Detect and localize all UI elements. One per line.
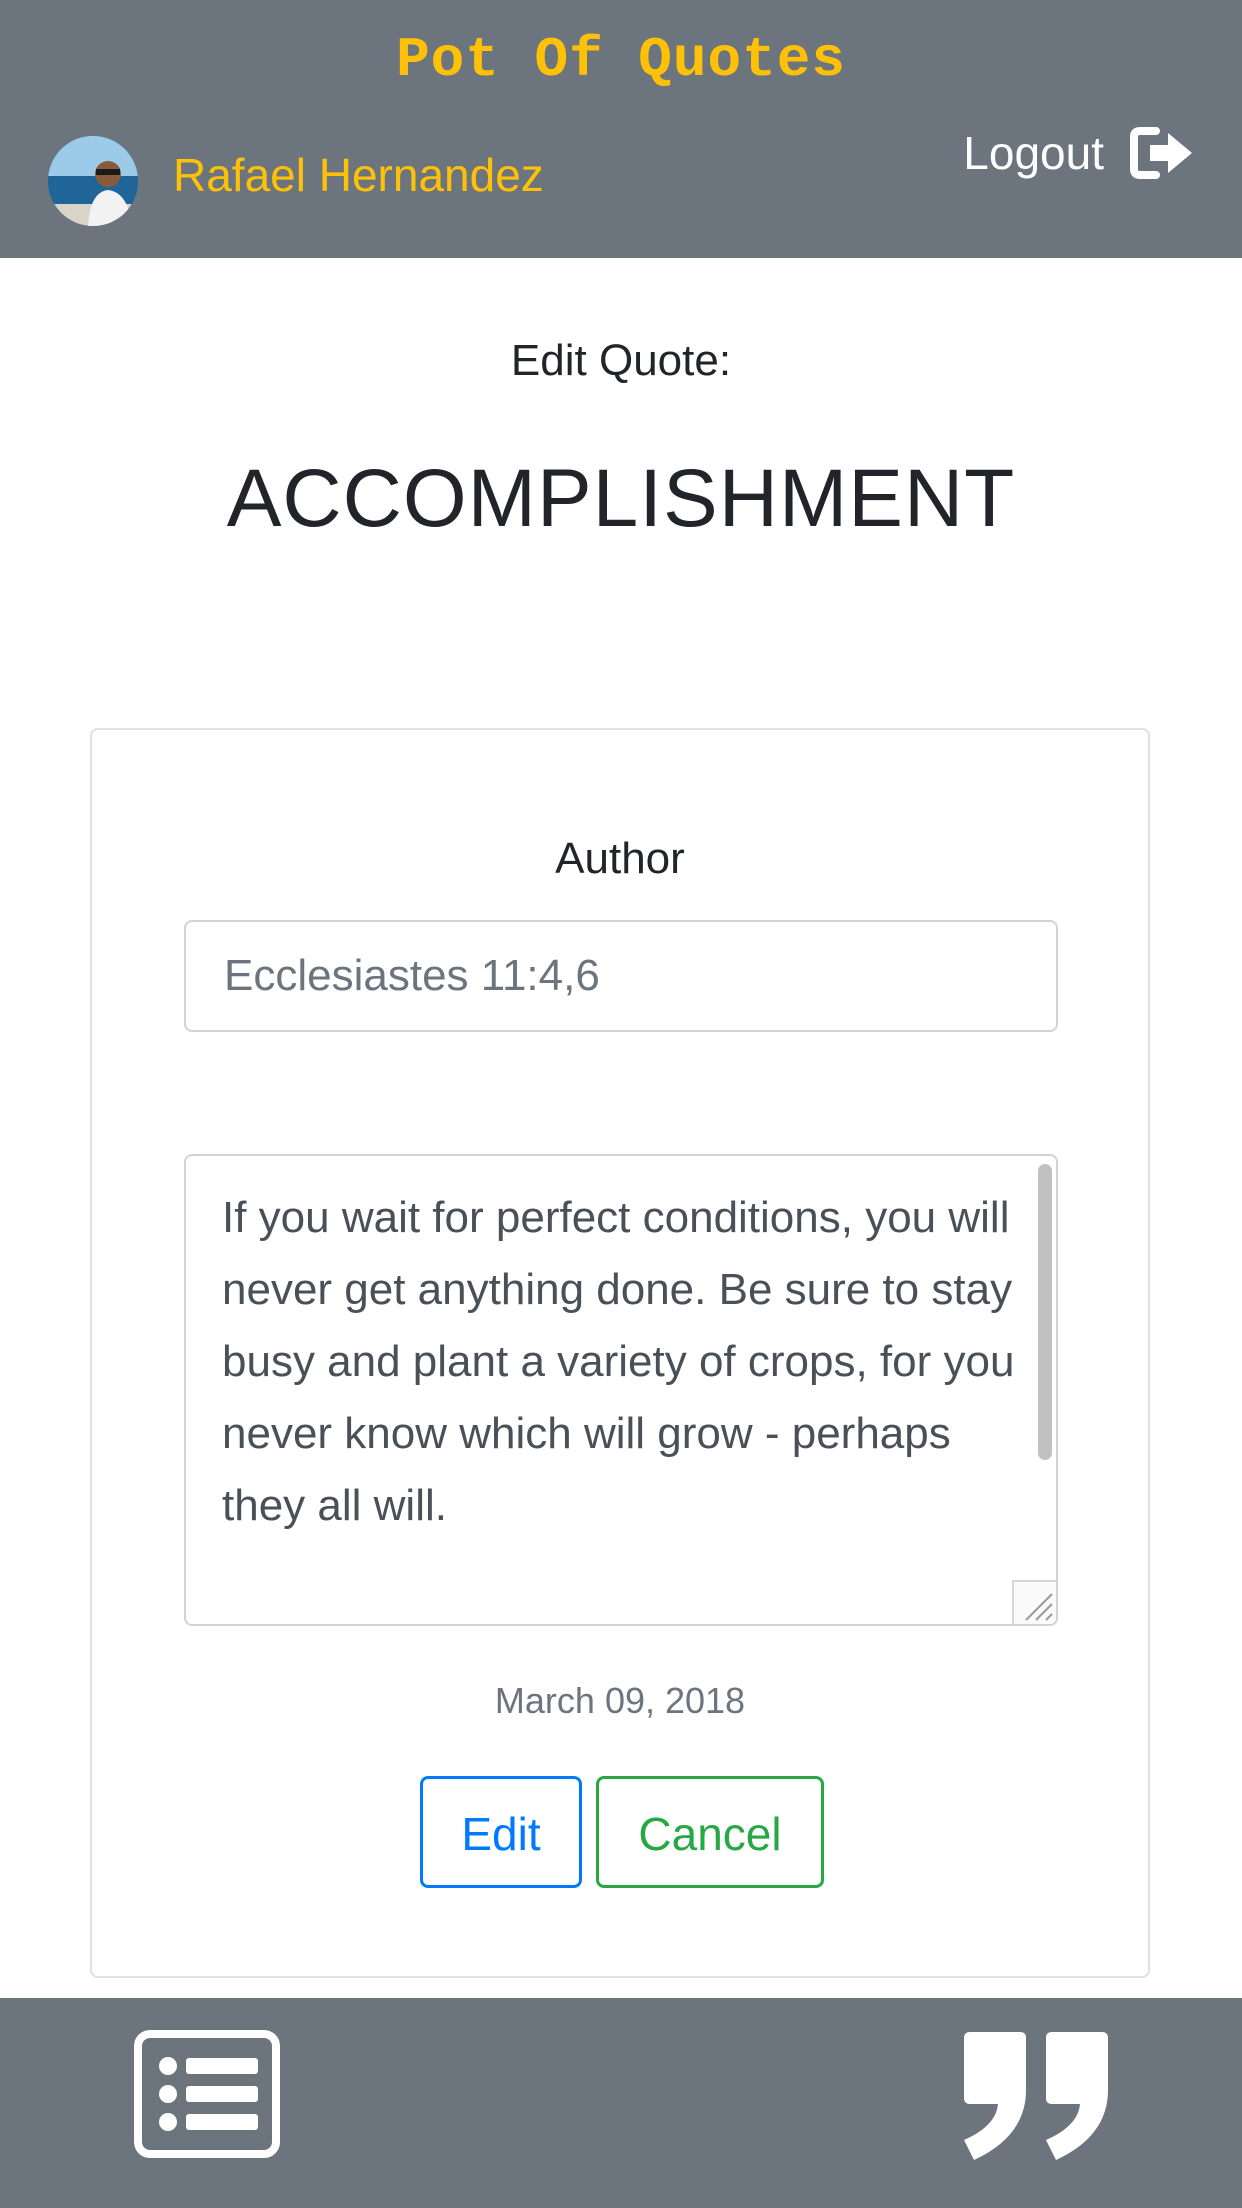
quote-date: March 09, 2018 [494, 1680, 746, 1721]
quote-textarea[interactable]: If you wait for perfect conditions, you … [184, 1154, 1058, 1626]
resize-handle[interactable] [1012, 1580, 1056, 1624]
author-input[interactable] [184, 920, 1058, 1032]
user-avatar[interactable] [48, 136, 138, 226]
category-title: ACCOMPLISHMENT [226, 453, 1016, 544]
edit-button[interactable]: Edit [420, 1776, 582, 1888]
logout-label: Logout [963, 127, 1104, 179]
resize-grip-icon [1025, 1593, 1053, 1621]
sign-out-icon [1130, 127, 1194, 179]
edit-quote-card: Author If you wait for perfect condition… [90, 728, 1150, 1978]
user-name[interactable]: Rafael Hernandez [173, 148, 544, 202]
top-navbar: Pot Of Quotes Rafael Hernandez Logout [0, 0, 1242, 258]
logout-button[interactable]: Logout [963, 126, 1194, 180]
list-icon[interactable] [134, 2030, 280, 2163]
quote-text[interactable]: If you wait for perfect conditions, you … [222, 1182, 1022, 1542]
cancel-button[interactable]: Cancel [596, 1776, 824, 1888]
textarea-scrollbar[interactable] [1038, 1164, 1052, 1460]
quote-right-icon[interactable] [962, 2032, 1110, 2167]
app-title[interactable]: Pot Of Quotes [0, 28, 1242, 92]
bottom-navbar [0, 1998, 1242, 2208]
page-subtitle: Edit Quote: [510, 336, 732, 385]
avatar-photo [48, 136, 138, 226]
author-label: Author [555, 834, 685, 883]
